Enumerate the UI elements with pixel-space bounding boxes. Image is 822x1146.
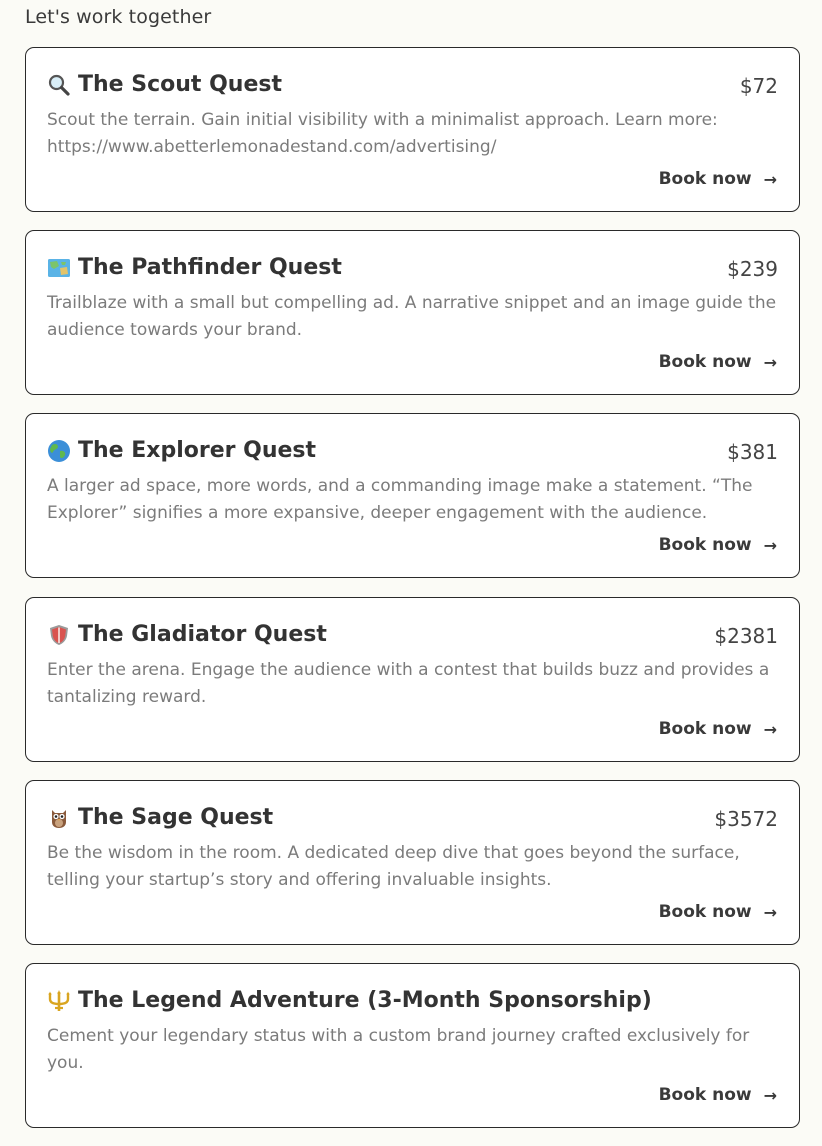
quest-card-sage: The Sage Quest $3572 Be the wisdom in th… xyxy=(25,780,800,945)
card-title-text: The Pathfinder Quest xyxy=(78,255,342,280)
trident-icon xyxy=(47,989,71,1013)
card-description: Enter the arena. Engage the audience wit… xyxy=(47,660,770,707)
book-now-button[interactable]: Book now → xyxy=(659,169,777,189)
book-now-label: Book now xyxy=(658,1085,752,1105)
card-title: The Scout Quest xyxy=(47,72,282,97)
book-now-label: Book now xyxy=(658,352,752,372)
quest-card-pathfinder: The Pathfinder Quest $239 Trailblaze wit… xyxy=(25,230,800,395)
arrow-right-icon: → xyxy=(763,169,777,189)
card-title-text: The Explorer Quest xyxy=(78,438,317,463)
book-now-button[interactable]: Book now → xyxy=(659,719,777,739)
section-heading: Let's work together xyxy=(25,6,212,28)
card-title-text: The Sage Quest xyxy=(78,805,274,830)
card-title-text: The Scout Quest xyxy=(78,72,282,97)
card-title-text: The Gladiator Quest xyxy=(78,622,327,647)
card-description: Cement your legendary status with a cust… xyxy=(47,1026,750,1073)
card-description: A larger ad space, more words, and a com… xyxy=(47,476,753,523)
quest-card-legend: The Legend Adventure (3-Month Sponsorshi… xyxy=(25,963,800,1128)
quest-card-scout: The Scout Quest $72 Scout the terrain. G… xyxy=(25,47,800,212)
shield-icon xyxy=(47,623,71,647)
globe-icon xyxy=(47,439,71,463)
card-title-text: The Legend Adventure (3-Month Sponsorshi… xyxy=(78,988,652,1013)
card-price: $3572 xyxy=(714,807,778,831)
card-description: Scout the terrain. Gain initial visibili… xyxy=(47,110,718,157)
arrow-right-icon: → xyxy=(763,1085,777,1105)
book-now-label: Book now xyxy=(658,169,752,189)
quest-card-gladiator: The Gladiator Quest $2381 Enter the aren… xyxy=(25,597,800,762)
book-now-button[interactable]: Book now → xyxy=(659,902,777,922)
book-now-button[interactable]: Book now → xyxy=(659,352,777,372)
arrow-right-icon: → xyxy=(763,902,777,922)
book-now-label: Book now xyxy=(658,535,752,555)
owl-icon xyxy=(47,806,71,830)
card-title: The Sage Quest xyxy=(47,805,273,830)
card-price: $381 xyxy=(727,440,778,464)
book-now-label: Book now xyxy=(658,719,752,739)
magnifier-icon xyxy=(47,73,71,97)
arrow-right-icon: → xyxy=(763,719,777,739)
card-description: Trailblaze with a small but compelling a… xyxy=(47,293,777,340)
card-title: The Legend Adventure (3-Month Sponsorshi… xyxy=(47,988,652,1013)
quest-card-explorer: The Explorer Quest $381 A larger ad spac… xyxy=(25,413,800,578)
card-title: The Gladiator Quest xyxy=(47,622,327,647)
card-description: Be the wisdom in the room. A dedicated d… xyxy=(47,843,740,890)
arrow-right-icon: → xyxy=(763,535,777,555)
map-icon xyxy=(47,256,71,280)
arrow-right-icon: → xyxy=(763,352,777,372)
book-now-button[interactable]: Book now → xyxy=(659,535,777,555)
card-title: The Explorer Quest xyxy=(47,438,316,463)
card-title: The Pathfinder Quest xyxy=(47,255,342,280)
card-price: $2381 xyxy=(714,624,778,648)
book-now-button[interactable]: Book now → xyxy=(659,1085,777,1105)
book-now-label: Book now xyxy=(658,902,752,922)
card-price: $72 xyxy=(739,74,778,98)
card-price: $239 xyxy=(727,257,778,281)
